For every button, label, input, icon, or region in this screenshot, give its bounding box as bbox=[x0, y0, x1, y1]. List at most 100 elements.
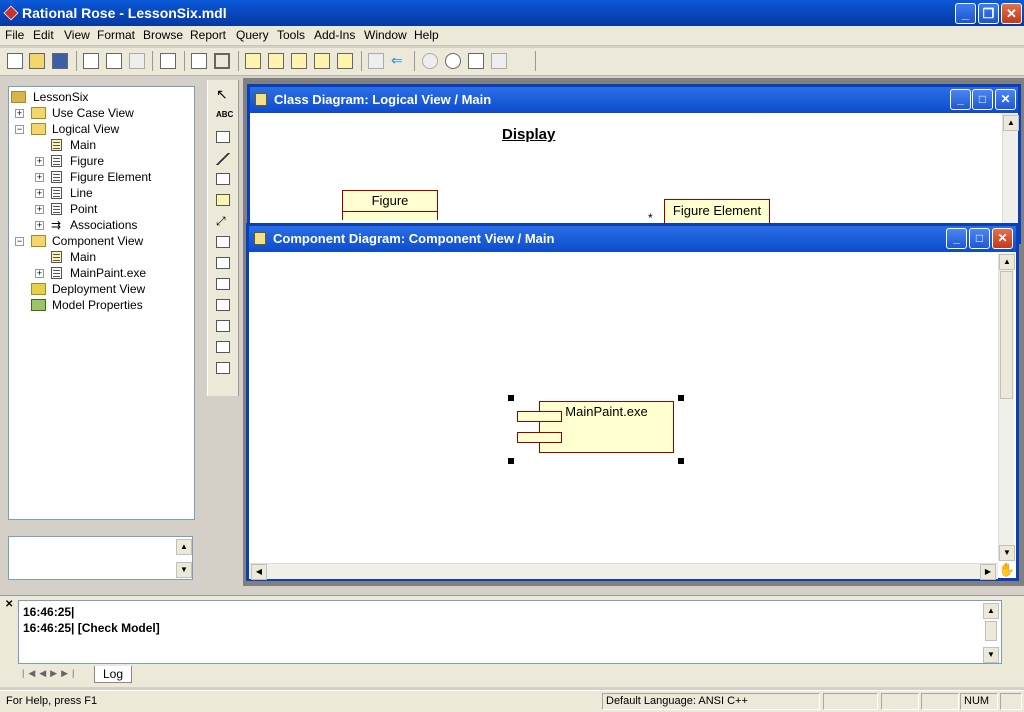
subprogram-body-tool-icon[interactable] bbox=[216, 257, 230, 269]
status-panel-empty bbox=[921, 693, 959, 710]
documentation-window[interactable]: ▲ ▼ bbox=[8, 536, 193, 580]
scroll-left-icon[interactable]: ◀ bbox=[251, 564, 267, 580]
subprogram-spec-tool-icon[interactable] bbox=[216, 236, 230, 248]
menu-edit[interactable]: Edit bbox=[33, 28, 54, 42]
zoom-out-icon[interactable] bbox=[445, 53, 461, 69]
log-close-icon[interactable]: ✕ bbox=[5, 599, 13, 610]
log-scroll-up-icon[interactable]: ▲ bbox=[983, 603, 999, 619]
fit-in-window-icon[interactable] bbox=[468, 53, 484, 69]
menu-query[interactable]: Query bbox=[236, 28, 269, 42]
expand-icon[interactable]: + bbox=[35, 157, 44, 166]
log-text-area[interactable]: 16:46:25| 16:46:25| [Check Model] ▲ ▼ bbox=[18, 600, 1002, 664]
package-body-tool-icon[interactable] bbox=[216, 320, 230, 332]
paste-icon[interactable] bbox=[129, 53, 145, 69]
component-diagram-hscrollbar[interactable]: ◀ ▶ bbox=[249, 563, 998, 580]
doc-scroll-up-icon[interactable]: ▲ bbox=[176, 539, 192, 555]
expand-icon[interactable]: + bbox=[35, 189, 44, 198]
component-diagram-title-bar[interactable]: Component Diagram: Component View / Main… bbox=[249, 226, 1016, 252]
main-program-tool-icon[interactable] bbox=[216, 278, 230, 290]
scroll-thumb[interactable] bbox=[1000, 271, 1013, 399]
print-icon[interactable] bbox=[160, 53, 176, 69]
selection-handle[interactable] bbox=[678, 395, 684, 401]
browse-deployment-diagram-icon[interactable] bbox=[337, 53, 353, 69]
menu-view[interactable]: View bbox=[64, 28, 90, 42]
menu-format[interactable]: Format bbox=[97, 28, 135, 42]
toolbar-separator bbox=[361, 51, 362, 71]
cut-icon[interactable] bbox=[83, 53, 99, 69]
component-diagram-window[interactable]: Component Diagram: Component View / Main… bbox=[246, 223, 1019, 581]
log-scroll-thumb[interactable] bbox=[985, 621, 997, 641]
selection-handle[interactable] bbox=[508, 458, 514, 464]
diagram-tool-palette: ↖ ABC ⤢ bbox=[207, 80, 239, 396]
log-tab-nav-icons[interactable]: |◀◀▶▶| bbox=[22, 668, 78, 679]
class-diagram-scrollbar[interactable]: ▲ bbox=[1002, 113, 1019, 241]
browse-interaction-diagram-icon[interactable] bbox=[268, 53, 284, 69]
note-tool-icon[interactable] bbox=[216, 131, 230, 143]
class-diagram-window[interactable]: Class Diagram: Logical View / Main _ □ ✕… bbox=[247, 84, 1021, 244]
class-diagram-minimize-button[interactable]: _ bbox=[950, 89, 971, 110]
mainpaint-exe-component[interactable]: MainPaint.exe bbox=[539, 401, 674, 453]
component-diagram-maximize-button[interactable]: □ bbox=[969, 228, 990, 249]
menu-add-ins[interactable]: Add-Ins bbox=[314, 28, 355, 42]
close-button[interactable]: ✕ bbox=[1001, 3, 1022, 24]
browse-class-diagram-icon[interactable] bbox=[245, 53, 261, 69]
task-body-tool-icon[interactable] bbox=[216, 362, 230, 374]
component-tool-icon[interactable] bbox=[216, 173, 230, 185]
browse-component-diagram-icon[interactable] bbox=[291, 53, 307, 69]
expand-icon[interactable]: + bbox=[35, 221, 44, 230]
selection-handle[interactable] bbox=[508, 395, 514, 401]
doc-scroll-down-icon[interactable]: ▼ bbox=[176, 562, 192, 578]
menu-window[interactable]: Window bbox=[364, 28, 407, 42]
selection-handle[interactable] bbox=[678, 458, 684, 464]
new-icon[interactable] bbox=[7, 53, 23, 69]
save-icon[interactable] bbox=[52, 53, 68, 69]
expand-icon[interactable]: + bbox=[35, 205, 44, 214]
scroll-right-icon[interactable]: ▶ bbox=[980, 564, 996, 580]
class-diagram-maximize-button[interactable]: □ bbox=[972, 89, 993, 110]
expand-icon[interactable]: + bbox=[15, 109, 24, 118]
component-diagram-minimize-button[interactable]: _ bbox=[946, 228, 967, 249]
browse-parent-icon[interactable] bbox=[368, 53, 384, 69]
copy-icon[interactable] bbox=[106, 53, 122, 69]
package-tool-icon[interactable] bbox=[216, 194, 230, 206]
collapse-icon[interactable]: − bbox=[15, 125, 24, 134]
log-scroll-down-icon[interactable]: ▼ bbox=[983, 647, 999, 663]
component-diagram-close-button[interactable]: ✕ bbox=[992, 228, 1013, 249]
expand-icon[interactable]: + bbox=[35, 269, 44, 278]
text-box-tool-icon[interactable]: ABC bbox=[216, 110, 233, 122]
undo-fit-icon[interactable] bbox=[491, 53, 507, 69]
figure-element-class[interactable]: Figure Element bbox=[664, 199, 770, 224]
task-spec-tool-icon[interactable] bbox=[216, 341, 230, 353]
minimize-button[interactable]: _ bbox=[955, 3, 976, 24]
menu-report[interactable]: Report bbox=[190, 28, 226, 42]
menu-browse[interactable]: Browse bbox=[143, 28, 183, 42]
associations-icon: ⇉ bbox=[51, 218, 62, 232]
class-diagram-title-bar[interactable]: Class Diagram: Logical View / Main _ □ ✕ bbox=[250, 87, 1018, 113]
restore-button[interactable]: ❐ bbox=[978, 3, 999, 24]
menu-help[interactable]: Help bbox=[414, 28, 439, 42]
figure-class[interactable]: Figure bbox=[342, 190, 438, 220]
component-diagram-vscrollbar[interactable]: ▲ ▼ bbox=[998, 253, 1015, 561]
dependency-tool-icon[interactable]: ⤢ bbox=[216, 215, 230, 227]
hand-icon[interactable]: ✋ bbox=[998, 561, 1016, 579]
collapse-icon[interactable]: − bbox=[15, 237, 24, 246]
open-icon[interactable] bbox=[29, 53, 45, 69]
menu-file[interactable]: File bbox=[5, 28, 24, 42]
scroll-up-icon[interactable]: ▲ bbox=[1003, 115, 1019, 131]
browse-previous-diagram-icon[interactable]: ⇐ bbox=[391, 53, 407, 69]
selection-tool-icon[interactable]: ↖ bbox=[216, 87, 230, 101]
tab-log[interactable]: Log bbox=[94, 666, 133, 683]
browse-state-diagram-icon[interactable] bbox=[314, 53, 330, 69]
zoom-in-icon[interactable] bbox=[422, 53, 438, 69]
model-browser[interactable]: LessonSix + Use Case View − Logical View… bbox=[8, 86, 195, 520]
scroll-up-icon[interactable]: ▲ bbox=[999, 254, 1015, 270]
view-documentation-icon[interactable] bbox=[214, 53, 230, 69]
expand-icon[interactable]: + bbox=[35, 173, 44, 182]
display-package-label[interactable]: Display bbox=[502, 126, 555, 143]
context-help-icon[interactable] bbox=[191, 53, 207, 69]
scroll-down-icon[interactable]: ▼ bbox=[999, 545, 1015, 561]
anchor-note-tool-icon[interactable] bbox=[216, 153, 230, 165]
class-diagram-close-button[interactable]: ✕ bbox=[995, 89, 1016, 110]
package-spec-tool-icon[interactable] bbox=[216, 299, 230, 311]
menu-tools[interactable]: Tools bbox=[277, 28, 305, 42]
